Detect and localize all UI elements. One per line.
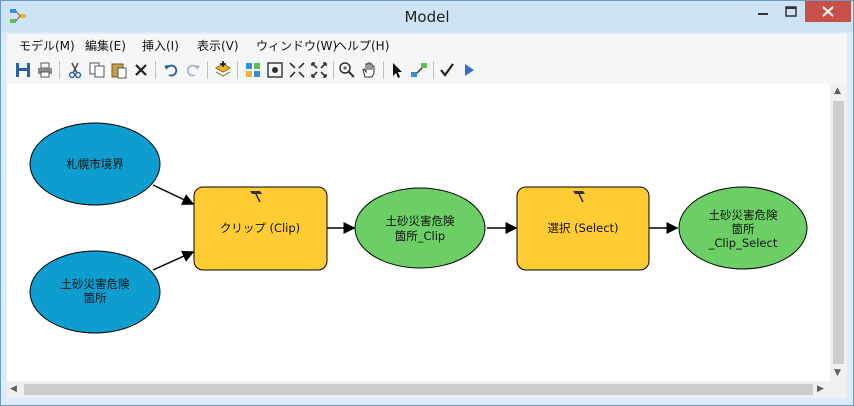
validate-icon[interactable] — [437, 60, 457, 80]
title-bar: Model — [1, 1, 853, 32]
node-label: _Clip_Select — [708, 236, 778, 250]
horizontal-scrollbar[interactable]: ◀ ▶ — [7, 381, 830, 398]
menu-insert[interactable]: 挿入(I) — [142, 37, 179, 54]
minimize-button[interactable] — [749, 1, 777, 22]
window-title: Model — [404, 8, 450, 26]
auto-layout-icon[interactable] — [243, 60, 263, 80]
node-label: 箇所 — [732, 222, 755, 236]
maximize-button[interactable] — [777, 1, 805, 22]
vertical-scrollbar[interactable]: ▲ ▼ — [830, 84, 847, 381]
input-node-sapporo-boundary[interactable]: 札幌市境界 — [29, 122, 161, 206]
connect-icon[interactable] — [409, 60, 429, 80]
node-label: 土砂災害危険 — [709, 208, 778, 222]
toolbar-separator — [59, 61, 60, 79]
output-node-clip[interactable]: 土砂災害危険 箇所_Clip — [354, 187, 486, 269]
connector — [152, 184, 195, 205]
model-canvas[interactable]: 札幌市境界 土砂災害危険 箇所 クリップ (Clip) 土砂災害危険 箇所_Cl… — [7, 84, 830, 381]
scroll-left-icon[interactable]: ◀ — [10, 384, 17, 394]
menu-edit[interactable]: 編集(E) — [85, 37, 126, 54]
toolbar-separator — [237, 61, 238, 79]
menu-help[interactable]: ヘルプ(H) — [335, 37, 389, 54]
node-label: 箇所_Clip — [395, 229, 445, 243]
menu-view[interactable]: 表示(V) — [197, 37, 239, 54]
toolbar-separator — [433, 61, 434, 79]
model-diagram: 札幌市境界 土砂災害危険 箇所 クリップ (Clip) 土砂災害危険 箇所_Cl… — [29, 122, 808, 334]
node-label: 箇所 — [84, 291, 107, 305]
add-data-icon[interactable] — [213, 60, 233, 80]
toolbar-separator — [155, 61, 156, 79]
input-node-landslide-hazard[interactable]: 土砂災害危険 箇所 — [29, 250, 161, 334]
toolbar-separator — [207, 61, 208, 79]
select-icon[interactable] — [387, 60, 407, 80]
node-label: 土砂災害危険 — [61, 277, 130, 291]
copy-icon[interactable] — [87, 60, 107, 80]
print-icon[interactable] — [35, 60, 55, 80]
menu-bar: モデル(M) 編集(E) 挿入(I) 表示(V) ウィンドウ(W) ヘルプ(H) — [7, 34, 847, 56]
close-icon — [822, 6, 834, 17]
undo-icon[interactable] — [161, 60, 181, 80]
tool-node-select[interactable]: 選択 (Select) — [516, 186, 650, 271]
save-icon[interactable] — [13, 60, 33, 80]
pan-icon[interactable] — [359, 60, 379, 80]
cut-icon[interactable] — [65, 60, 85, 80]
redo-icon[interactable] — [183, 60, 203, 80]
scroll-up-icon[interactable]: ▲ — [834, 86, 841, 96]
node-label: 選択 (Select) — [547, 221, 618, 235]
connector — [152, 250, 195, 271]
close-button[interactable] — [805, 1, 851, 22]
scroll-down-icon[interactable]: ▼ — [834, 368, 841, 378]
node-label: 札幌市境界 — [66, 157, 124, 171]
toolbar-separator — [383, 61, 384, 79]
horizontal-scroll-thumb[interactable] — [24, 384, 813, 395]
menu-window[interactable]: ウィンドウ(W) — [256, 37, 337, 54]
delete-icon[interactable] — [131, 60, 151, 80]
zoom-icon[interactable] — [337, 60, 357, 80]
toolbar-separator — [333, 61, 334, 79]
node-label: クリップ (Clip) — [220, 221, 300, 235]
tool-node-clip[interactable]: クリップ (Clip) — [193, 186, 328, 271]
full-extent-icon[interactable] — [265, 60, 285, 80]
vertical-scroll-thumb[interactable] — [833, 101, 844, 364]
menu-model[interactable]: モデル(M) — [19, 37, 75, 54]
run-icon[interactable] — [459, 60, 479, 80]
scrollbar-corner — [830, 381, 847, 398]
zoom-out-fixed-icon[interactable] — [309, 60, 329, 80]
output-node-clip-select[interactable]: 土砂災害危険 箇所 _Clip_Select — [678, 186, 808, 270]
zoom-in-fixed-icon[interactable] — [287, 60, 307, 80]
paste-icon[interactable] — [109, 60, 129, 80]
toolbar — [7, 56, 847, 84]
scroll-right-icon[interactable]: ▶ — [817, 384, 824, 394]
model-window: Model モデル(M) 編集(E) 挿入(I) 表示(V) ウィンドウ(W) … — [0, 0, 854, 406]
node-label: 土砂災害危険 — [386, 214, 455, 228]
